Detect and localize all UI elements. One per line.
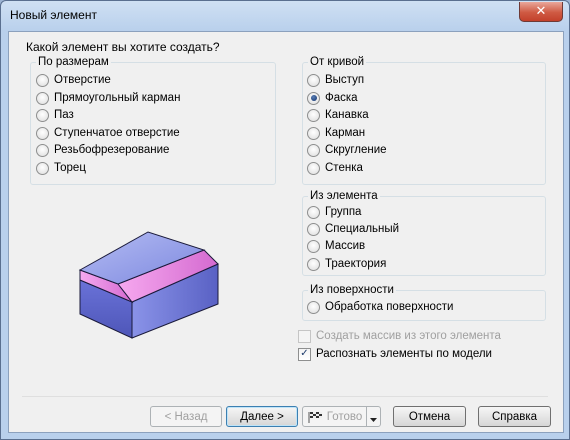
option-label: Группа: [325, 206, 362, 218]
radio-button[interactable]: [307, 257, 320, 271]
option-label: Канавка: [325, 109, 369, 121]
option-label: Массив: [325, 240, 366, 252]
option-label: Стенка: [325, 162, 363, 174]
radio-hole[interactable]: Отверстие: [36, 72, 111, 88]
radio-button[interactable]: [307, 300, 320, 314]
radio-special[interactable]: Специальный: [307, 221, 399, 237]
radio-button-selected[interactable]: [307, 91, 320, 105]
option-label: Резьбофрезерование: [54, 144, 170, 156]
radio-button[interactable]: [307, 239, 320, 253]
option-label: Прямоугольный карман: [54, 92, 181, 104]
checkbox-create-array[interactable]: Создать массив из этого элемента: [298, 328, 501, 344]
prompt-label: Какой элемент вы хотите создать?: [26, 40, 220, 54]
cancel-button[interactable]: Отмена: [393, 406, 466, 427]
radio-pocket[interactable]: Карман: [307, 125, 365, 141]
radio-button[interactable]: [307, 205, 320, 219]
radio-surface-machining[interactable]: Обработка поверхности: [307, 299, 453, 315]
option-label: Паз: [54, 109, 74, 121]
back-button[interactable]: < Назад: [150, 406, 222, 427]
window-title: Новый элемент: [10, 8, 97, 22]
option-label: Выступ: [325, 74, 365, 86]
radio-button[interactable]: [307, 222, 320, 236]
checkmark-icon: ✓: [300, 348, 309, 359]
finish-button[interactable]: Готово: [302, 406, 367, 427]
radio-stepped-hole[interactable]: Ступенчатое отверстие: [36, 125, 180, 141]
checkbox-recognize-features[interactable]: ✓ Распознать элементы по модели: [298, 346, 492, 362]
radio-group[interactable]: Группа: [307, 204, 361, 220]
group-from-feature-legend: Из элемента: [310, 190, 378, 202]
next-button[interactable]: Далее >: [226, 406, 298, 427]
radio-thread-milling[interactable]: Резьбофрезерование: [36, 142, 169, 158]
finish-button-label: Готово: [326, 410, 363, 423]
group-from-curve-legend: От кривой: [310, 56, 365, 68]
radio-button[interactable]: [307, 126, 320, 140]
radio-face[interactable]: Торец: [36, 160, 86, 176]
radio-fillet[interactable]: Скругление: [307, 142, 387, 158]
radio-button[interactable]: [36, 73, 49, 87]
group-from-surface-legend: Из поверхности: [310, 284, 394, 296]
option-label: Обработка поверхности: [325, 301, 454, 313]
option-label: Скругление: [325, 144, 387, 156]
dropdown-arrow-icon: [370, 418, 377, 422]
radio-button[interactable]: [307, 73, 320, 87]
radio-button[interactable]: [36, 126, 49, 140]
radio-button[interactable]: [36, 108, 49, 122]
finish-dropdown-button[interactable]: [366, 406, 381, 427]
help-button[interactable]: Справка: [478, 406, 551, 427]
option-label: Торец: [54, 162, 86, 174]
checkbox-box-checked[interactable]: ✓: [298, 347, 311, 361]
checkbox-label: Создать массив из этого элемента: [316, 330, 501, 342]
radio-button[interactable]: [36, 143, 49, 157]
checkered-flag-icon: [308, 411, 322, 423]
radio-array[interactable]: Массив: [307, 238, 365, 254]
radio-button[interactable]: [307, 143, 320, 157]
radio-trajectory[interactable]: Траектория: [307, 256, 386, 272]
title-bar[interactable]: Новый элемент ✕: [1, 1, 569, 31]
radio-wall[interactable]: Стенка: [307, 160, 363, 176]
radio-button[interactable]: [307, 161, 320, 175]
group-by-size-legend: По размерам: [38, 56, 109, 68]
close-button[interactable]: ✕: [519, 2, 563, 22]
radio-rect-pocket[interactable]: Прямоугольный карман: [36, 90, 180, 106]
radio-button[interactable]: [36, 161, 49, 175]
chamfer-preview-image: [78, 231, 219, 339]
option-label: Отверстие: [54, 74, 111, 86]
radio-groove[interactable]: Канавка: [307, 107, 369, 123]
option-label: Траектория: [325, 258, 387, 270]
button-bar-separator: [22, 396, 548, 397]
option-label: Фаска: [325, 92, 358, 104]
checkbox-box[interactable]: [298, 329, 311, 343]
option-label: Специальный: [325, 223, 400, 235]
option-label: Карман: [325, 127, 366, 139]
option-label: Ступенчатое отверстие: [54, 127, 180, 139]
radio-button[interactable]: [36, 91, 49, 105]
radio-chamfer[interactable]: Фаска: [307, 90, 358, 106]
radio-boss[interactable]: Выступ: [307, 72, 364, 88]
close-icon: ✕: [535, 4, 547, 19]
radio-button[interactable]: [307, 108, 320, 122]
checkbox-label: Распознать элементы по модели: [316, 348, 492, 360]
radio-slot[interactable]: Паз: [36, 107, 74, 123]
